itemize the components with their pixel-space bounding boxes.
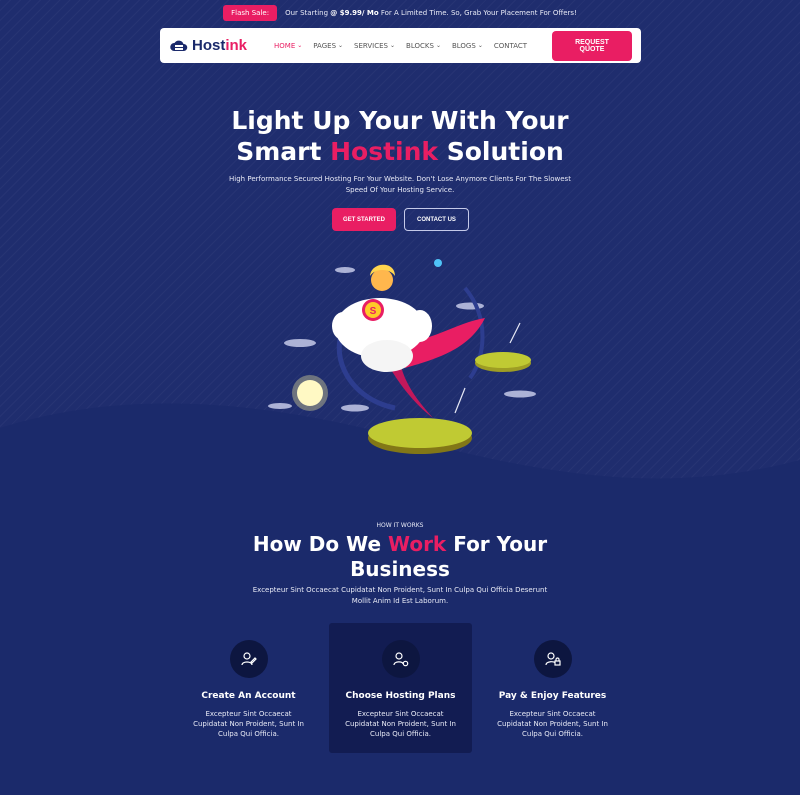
card-title: Pay & Enjoy Features [498,691,607,701]
contact-us-button[interactable]: CONTACT US [404,208,469,231]
step-card-pay-enjoy[interactable]: Pay & Enjoy Features Excepteur Sint Occa… [481,623,624,753]
step-card-create-account[interactable]: Create An Account Excepteur Sint Occaeca… [177,623,320,753]
card-title: Choose Hosting Plans [345,691,456,701]
primary-nav: HOME ⌄ PAGES ⌄ SERVICES ⌄ BLOCKS ⌄ BLOGS ⌄ CO… [274,42,527,50]
chevron-down-icon: ⌄ [338,42,344,49]
section-title: How Do We Work For Your Business [252,532,548,581]
chevron-down-icon: ⌄ [297,42,303,49]
chevron-down-icon: ⌄ [477,42,483,49]
user-edit-icon [229,640,268,678]
chevron-down-icon: ⌄ [435,42,441,49]
nav-item-contact[interactable]: CONTACT [494,42,527,50]
step-card-choose-plans[interactable]: Choose Hosting Plans Excepteur Sint Occa… [329,623,472,753]
nav-item-services[interactable]: SERVICES ⌄ [354,42,395,50]
card-text: Excepteur Sint Occaecat Cupidatat Non Pr… [345,710,456,738]
hero-title: Light Up Your With Your Smart Hostink So… [231,106,569,166]
chevron-down-icon: ⌄ [390,42,396,49]
section-eyebrow: HOW IT WORKS [376,522,424,529]
user-lock-icon [533,640,572,678]
section-subtitle: Excepteur Sint Occaecat Cupidatat Non Pr… [252,586,548,605]
announcement-bar: Flash Sale: Our Starting @ $9.99/ Mo For… [0,4,800,22]
request-quote-button[interactable]: REQUEST QUOTE [552,30,632,61]
nav-item-blogs[interactable]: BLOGS ⌄ [452,42,483,50]
get-started-button[interactable]: GET STARTED [332,208,396,231]
card-text: Excepteur Sint Occaecat Cupidatat Non Pr… [497,710,608,738]
card-title: Create An Account [201,691,296,701]
brand-logo[interactable]: Hostink [169,37,267,54]
hero-subtitle: High Performance Secured Hosting For You… [229,175,571,194]
cloud-server-icon [170,40,188,51]
nav-item-pages[interactable]: PAGES ⌄ [313,42,343,50]
svg-text:S: S [370,306,377,317]
brand-name: Hostink [192,37,248,54]
flash-sale-badge: Flash Sale: [223,5,278,21]
announcement-text: Our Starting @ $9.99/ Mo For A Limited T… [285,9,577,17]
user-settings-icon [381,640,420,678]
nav-item-home[interactable]: HOME ⌄ [274,42,302,50]
main-navbar: Hostink HOME ⌄ PAGES ⌄ SERVICES ⌄ BLOCKS ⌄ B… [160,28,641,63]
card-text: Excepteur Sint Occaecat Cupidatat Non Pr… [193,710,304,738]
announcement-price: @ $9.99/ Mo [330,9,379,17]
superhero-illustration: S [268,259,536,454]
nav-item-blocks[interactable]: BLOCKS ⌄ [406,42,441,50]
